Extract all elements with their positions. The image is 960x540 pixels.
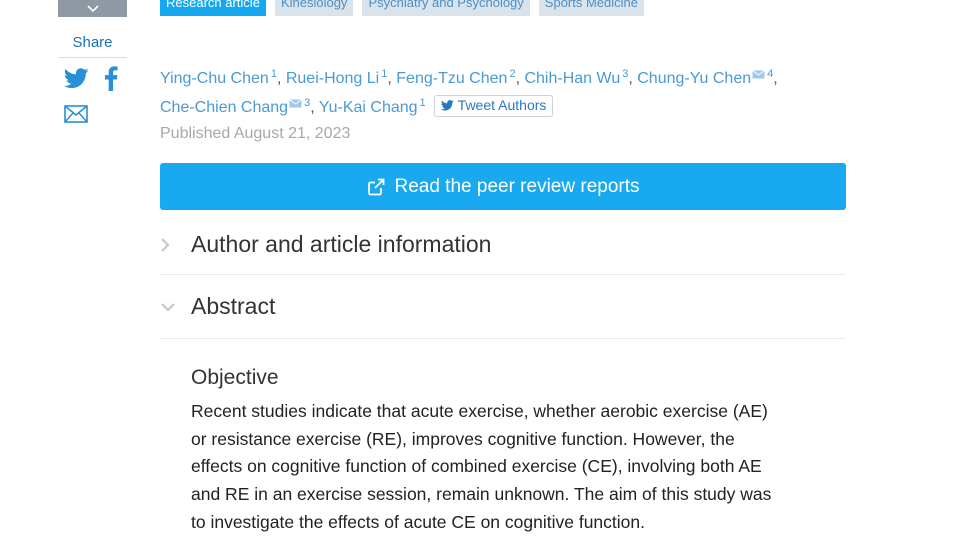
author-name[interactable]: Ruei-Hong Li xyxy=(286,70,379,87)
tag-article-type[interactable]: Research article xyxy=(160,0,266,16)
author-separator: , xyxy=(276,70,282,87)
abstract-line: and RE in an exercise session, remain un… xyxy=(191,484,772,505)
author-separator: , xyxy=(515,70,521,87)
sidebar-collapse-toggle[interactable] xyxy=(58,0,127,17)
author-separator: , xyxy=(773,70,778,87)
author-name[interactable]: Ying-Chu Chen xyxy=(160,70,269,87)
published-date: Published August 21, 2023 xyxy=(160,125,351,142)
tweet-authors-button[interactable]: Tweet Authors xyxy=(433,94,554,117)
chevron-down-icon xyxy=(161,302,175,312)
author-name[interactable]: Chung-Yu Chen xyxy=(637,70,751,87)
twitter-icon[interactable] xyxy=(64,68,89,89)
abstract-subheading: Objective xyxy=(191,366,279,389)
author-list: Ying-Chu Chen 1, Ruei-Hong Li 1, Feng-Tzu … xyxy=(160,62,800,120)
author-separator: , xyxy=(310,99,315,116)
tag-subject[interactable]: Sports Medicine xyxy=(538,0,645,16)
chevron-down-icon xyxy=(86,4,99,12)
external-link-icon xyxy=(368,178,385,195)
subject-tags: Research article Kinesiology Psychiatry … xyxy=(160,0,645,16)
tag-subject[interactable]: Kinesiology xyxy=(274,0,354,16)
affiliation-number[interactable]: 1 xyxy=(420,97,426,109)
author-name[interactable]: Yu-Kai Chang xyxy=(319,99,418,116)
tweet-authors-label: Tweet Authors xyxy=(457,97,547,113)
peer-review-label: Read the peer review reports xyxy=(394,175,640,197)
peer-review-button[interactable]: Read the peer review reports xyxy=(160,163,846,210)
author-separator: , xyxy=(628,70,633,87)
mail-icon[interactable] xyxy=(64,104,88,124)
abstract-line: or resistance exercise (RE), improves co… xyxy=(191,428,735,449)
corresponding-author-mail-icon[interactable] xyxy=(289,91,302,116)
author-separator: , xyxy=(387,70,392,87)
section-title: Author and article information xyxy=(191,231,492,257)
abstract-section-toggle[interactable]: Abstract xyxy=(160,275,846,339)
author-name[interactable]: Che-Chien Chang xyxy=(160,99,288,116)
tag-subject[interactable]: Psychiatry and Psychology xyxy=(362,0,530,16)
share-divider xyxy=(58,57,127,58)
corresponding-author-mail-icon[interactable] xyxy=(752,62,765,87)
share-label: Share xyxy=(72,34,113,51)
chevron-right-icon xyxy=(161,237,170,252)
facebook-icon[interactable] xyxy=(104,66,118,91)
author-name[interactable]: Chih-Han Wu xyxy=(524,70,620,87)
section-title: Abstract xyxy=(191,293,276,319)
abstract-line: effects on cognitive function of combine… xyxy=(191,456,762,477)
twitter-icon xyxy=(440,100,454,111)
abstract-line: to investigate the effects of acute CE o… xyxy=(191,511,645,532)
abstract-line: Recent studies indicate that acute exerc… xyxy=(191,401,768,421)
author-info-section-toggle[interactable]: Author and article information xyxy=(160,215,846,275)
author-name[interactable]: Feng-Tzu Chen xyxy=(396,70,507,87)
abstract-text: Recent studies indicate that acute exerc… xyxy=(191,398,831,537)
